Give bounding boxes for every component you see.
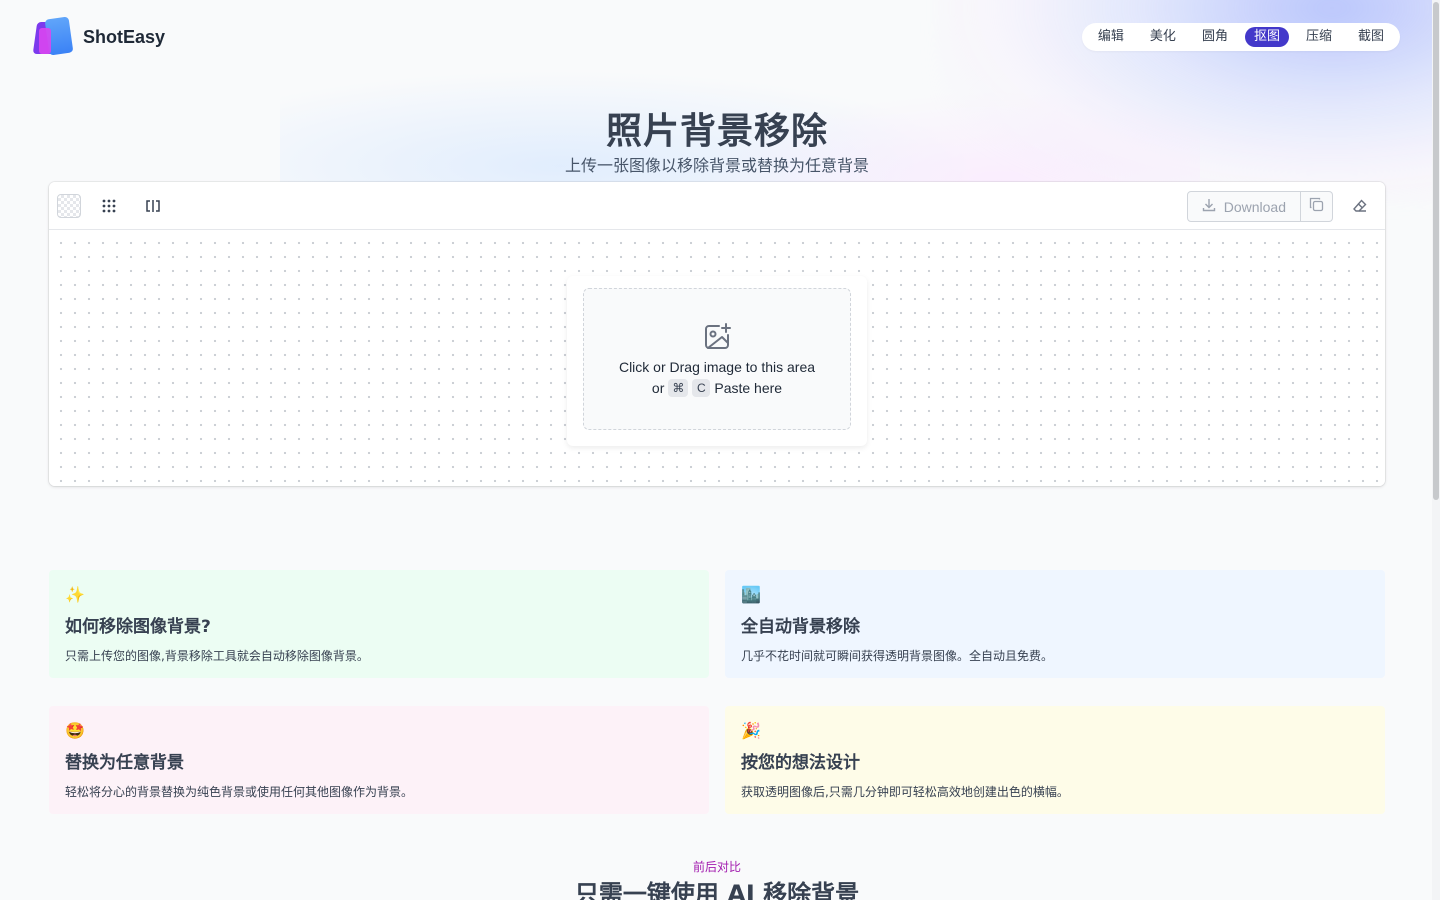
command-key: ⌘ [668, 379, 689, 397]
upload-card: Click or Drag image to this area or ⌘ C … [567, 276, 867, 446]
feature-desc: 轻松将分心的背景替换为纯色背景或使用任何其他图像作为背景。 [65, 785, 414, 799]
nav-item-edit[interactable]: 编辑 [1089, 27, 1133, 47]
paste-hint: or ⌘ C Paste here [652, 379, 782, 397]
image-canvas[interactable]: Click or Drag image to this area or ⌘ C … [49, 231, 1385, 486]
paste-label: Paste here [714, 380, 783, 396]
star-struck-icon: 🤩 [65, 721, 85, 740]
logo-icon [32, 16, 75, 56]
feature-title: 替换为任意背景 [65, 753, 184, 773]
feature-card: 🤩 替换为任意背景 轻松将分心的背景替换为纯色背景或使用任何其他图像作为背景。 [49, 706, 709, 814]
page-subtitle: 上传一张图像以移除背景或替换为任意背景 [564, 156, 869, 175]
nav-item-screenshot[interactable]: 截图 [1349, 27, 1393, 47]
brand-link[interactable]: ShotEasy [32, 16, 166, 56]
page-title: 照片背景移除 [605, 111, 828, 152]
download-button[interactable]: Download [1186, 191, 1301, 222]
feature-card: 🏙️ 全自动背景移除 几乎不花时间就可瞬间获得透明背景图像。全自动且免费。 [725, 570, 1385, 678]
page-scrollbar[interactable] [1432, 0, 1440, 900]
transparent-bg-icon[interactable] [57, 194, 81, 218]
editor-toolbar: Download [49, 182, 1385, 230]
site-header: ShotEasy 编辑 美化 圆角 抠图 压缩 截图 [0, 0, 1440, 74]
download-group: Download [1186, 191, 1333, 222]
feature-card: ✨ 如何移除图像背景? 只需上传您的图像,背景移除工具就会自动移除图像背景。 [49, 570, 709, 678]
c-key: C [692, 379, 711, 397]
feature-desc: 几乎不花时间就可瞬间获得透明背景图像。全自动且免费。 [741, 649, 1054, 663]
copy-button[interactable] [1301, 191, 1333, 222]
nav-item-compress[interactable]: 压缩 [1297, 27, 1341, 47]
nav-item-remove-bg[interactable]: 抠图 [1244, 27, 1289, 47]
download-label: Download [1223, 198, 1286, 215]
download-icon [1202, 198, 1216, 215]
brand-name: ShotEasy [83, 26, 166, 47]
section-title: 只需一键使用 AI 移除背景 [574, 880, 860, 900]
nav-item-round-corner[interactable]: 圆角 [1193, 27, 1237, 47]
nav-item-beautify[interactable]: 美化 [1141, 27, 1185, 47]
upload-instructions: Click or Drag image to this area [618, 359, 816, 375]
feature-desc: 只需上传您的图像,背景移除工具就会自动移除图像背景。 [65, 649, 369, 663]
section-kicker: 前后对比 [692, 860, 741, 874]
scrollbar-thumb[interactable] [1433, 2, 1439, 500]
or-label: or [651, 380, 665, 396]
main-nav: 编辑 美化 圆角 抠图 压缩 截图 [1081, 23, 1400, 51]
feature-title: 全自动背景移除 [741, 617, 860, 637]
eraser-icon[interactable] [1349, 195, 1371, 217]
sparkles-icon: ✨ [65, 585, 85, 604]
grid-icon[interactable] [97, 194, 121, 218]
party-popper-icon: 🎉 [741, 721, 761, 740]
image-add-icon [701, 321, 733, 353]
copy-icon [1309, 197, 1324, 216]
editor-panel: Download Click or Drag image to this are… [49, 182, 1385, 486]
compare-icon[interactable] [141, 194, 165, 218]
cityscape-icon: 🏙️ [741, 585, 761, 604]
upload-dropzone[interactable]: Click or Drag image to this area or ⌘ C … [583, 288, 851, 430]
feature-card: 🎉 按您的想法设计 获取透明图像后,只需几分钟即可轻松高效地创建出色的横幅。 [725, 706, 1385, 814]
feature-title: 按您的想法设计 [741, 753, 860, 773]
feature-desc: 获取透明图像后,只需几分钟即可轻松高效地创建出色的横幅。 [741, 785, 1069, 799]
feature-title: 如何移除图像背景? [65, 617, 211, 637]
